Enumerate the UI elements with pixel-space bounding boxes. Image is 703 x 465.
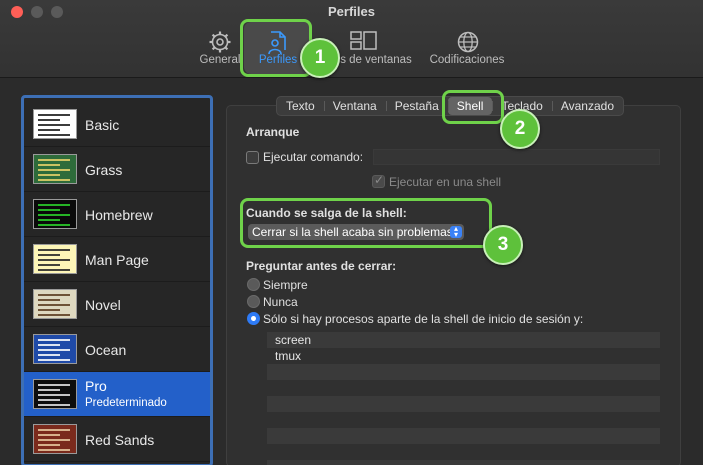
checkmark-icon: ✓ — [374, 173, 385, 187]
profile-item-homebrew[interactable]: Homebrew — [24, 192, 210, 237]
preguntar-heading: Preguntar antes de cerrar: — [246, 259, 397, 273]
ejecutar-en-shell-label: Ejecutar en una shell — [389, 175, 502, 189]
toolbar-item-codificaciones[interactable]: Codificaciones — [426, 28, 508, 74]
list-item-empty[interactable] — [267, 412, 660, 428]
terminal-preferences-window: Perfiles General Perfiles s de ventanas … — [0, 0, 703, 465]
profile-name: Red Sands — [85, 432, 155, 448]
toolbar-label-general: General — [199, 54, 241, 66]
profile-thumbnail — [33, 109, 77, 139]
toolbar-item-grupos-de-ventanas[interactable]: s de ventanas — [330, 28, 422, 74]
callout-badge-2: 2 — [500, 109, 540, 149]
gear-icon — [209, 31, 231, 53]
profile-item-ocean[interactable]: Ocean — [24, 327, 210, 372]
globe-icon — [457, 31, 479, 53]
toolbar-label-codificaciones: Codificaciones — [429, 54, 505, 66]
list-item-empty[interactable] — [267, 444, 660, 460]
ejecutar-comando-label: Ejecutar comando: — [263, 150, 364, 164]
toolbar-item-general[interactable]: General — [196, 28, 244, 74]
profile-thumbnail — [33, 424, 77, 454]
profile-thumbnail — [33, 289, 77, 319]
profile-name: Man Page — [85, 252, 149, 268]
process-list[interactable]: screen tmux — [267, 332, 660, 465]
callout-badge-3: 3 — [483, 225, 523, 265]
window-title: Perfiles — [328, 4, 375, 19]
tab-avanzado[interactable]: Avanzado — [551, 97, 623, 115]
radio-nunca[interactable] — [247, 295, 260, 308]
profile-name: Basic — [85, 117, 120, 133]
default-profile-label: Predeterminado — [85, 397, 167, 409]
profile-name: Ocean — [85, 342, 127, 358]
profile-item-basic[interactable]: Basic — [24, 102, 210, 147]
radio-solo-si-procesos[interactable] — [247, 312, 260, 325]
list-item-empty[interactable] — [267, 396, 660, 412]
toolbar-label-grupos-de-ventanas: s de ventanas — [340, 54, 412, 66]
tab-texto[interactable]: Texto — [277, 97, 324, 115]
radio-nunca-label: Nunca — [263, 295, 298, 309]
profile-thumbnail — [33, 334, 77, 364]
tab-pestana[interactable]: Pestaña — [385, 97, 448, 115]
list-item-empty[interactable] — [267, 460, 660, 465]
list-item[interactable]: tmux — [267, 348, 660, 364]
callout-highlight-shell-tab — [442, 90, 504, 124]
arranque-heading: Arranque — [246, 125, 300, 139]
radio-siempre-label: Siempre — [263, 278, 308, 292]
window-groups-icon — [350, 31, 377, 50]
toolbar: Perfiles General Perfiles s de ventanas … — [0, 0, 703, 78]
profile-item-pro[interactable]: Pro Predeterminado — [24, 372, 210, 417]
profile-name: Grass — [85, 162, 123, 178]
profile-item-grass[interactable]: Grass — [24, 147, 210, 192]
profile-item-red-sands[interactable]: Red Sands — [24, 417, 210, 462]
profile-thumbnail — [33, 154, 77, 184]
callout-badge-1: 1 — [300, 38, 340, 78]
profiles-sidebar: Basic Grass Homebrew Man Page Novel Ocean Pro P… — [21, 95, 213, 465]
profile-thumbnail — [33, 244, 77, 274]
list-item-empty[interactable] — [267, 380, 660, 396]
list-item-empty[interactable] — [267, 364, 660, 380]
radio-solo-si-procesos-label: Sólo si hay procesos aparte de la shell … — [263, 312, 584, 326]
profile-name: Novel — [85, 297, 121, 313]
list-item-empty[interactable] — [267, 428, 660, 444]
profile-item-man-page[interactable]: Man Page — [24, 237, 210, 282]
profile-name: Homebrew — [85, 207, 153, 223]
callout-highlight-exit-action — [240, 198, 492, 248]
profile-thumbnail — [33, 379, 77, 409]
tab-ventana[interactable]: Ventana — [323, 97, 386, 115]
profile-name: Pro — [85, 378, 107, 394]
radio-siempre[interactable] — [247, 278, 260, 291]
ejecutar-en-shell-checkbox[interactable]: ✓ — [372, 173, 385, 188]
profile-thumbnail — [33, 199, 77, 229]
list-item[interactable]: screen — [267, 332, 660, 348]
ejecutar-comando-checkbox[interactable] — [246, 151, 259, 164]
profile-item-novel[interactable]: Novel — [24, 282, 210, 327]
ejecutar-comando-field[interactable] — [373, 149, 660, 165]
